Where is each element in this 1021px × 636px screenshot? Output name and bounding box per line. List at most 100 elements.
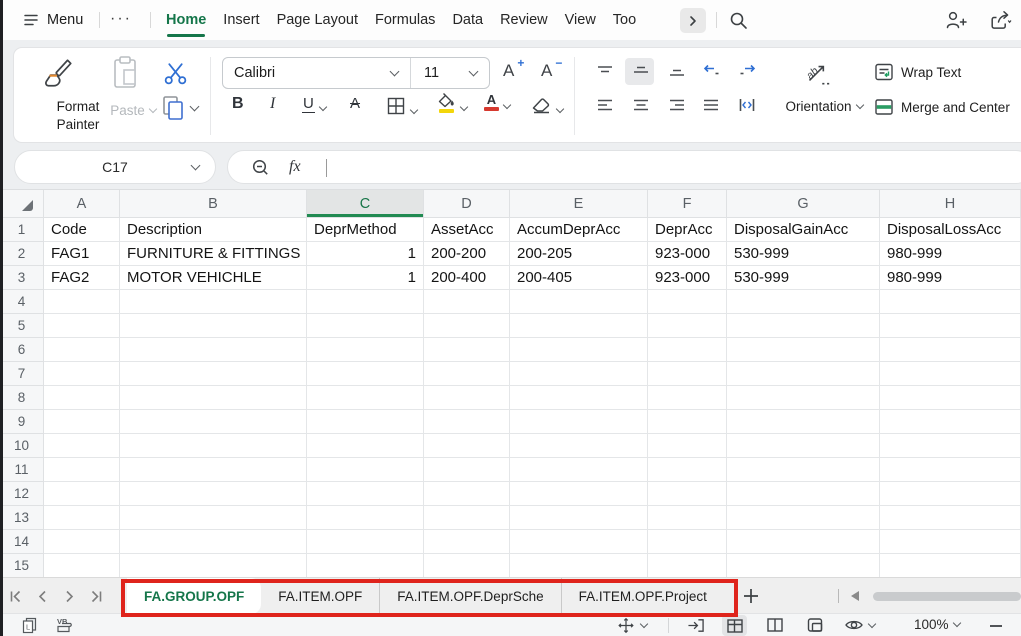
cell-B9[interactable]	[120, 410, 307, 434]
cell-F4[interactable]	[648, 290, 727, 314]
cell-C12[interactable]	[307, 482, 424, 506]
cell-C14[interactable]	[307, 530, 424, 554]
cell-F13[interactable]	[648, 506, 727, 530]
cell-E3[interactable]: 200-405	[510, 266, 648, 290]
fx-icon[interactable]: fx	[289, 158, 301, 176]
column-header-F[interactable]: F	[648, 190, 727, 218]
align-top-button[interactable]	[596, 63, 614, 79]
cell-A7[interactable]	[44, 362, 120, 386]
cell-A5[interactable]	[44, 314, 120, 338]
cell-E13[interactable]	[510, 506, 648, 530]
split-view-button[interactable]	[766, 617, 784, 633]
share-button[interactable]	[988, 9, 1014, 31]
cell-G7[interactable]	[727, 362, 880, 386]
cell-B15[interactable]	[120, 554, 307, 578]
cell-E1[interactable]: AccumDeprAcc	[510, 218, 648, 242]
cell-B8[interactable]	[120, 386, 307, 410]
cell-E9[interactable]	[510, 410, 648, 434]
cell-G9[interactable]	[727, 410, 880, 434]
cell-G12[interactable]	[727, 482, 880, 506]
selection-mode-button[interactable]	[616, 617, 647, 634]
paste-dropdown[interactable]: Paste	[100, 102, 166, 120]
cell-B10[interactable]	[120, 434, 307, 458]
cell-E12[interactable]	[510, 482, 648, 506]
row-header-14[interactable]: 14	[0, 530, 44, 554]
cell-B5[interactable]	[120, 314, 307, 338]
add-sheet-button[interactable]	[742, 587, 760, 605]
cell-E15[interactable]	[510, 554, 648, 578]
distributed-button[interactable]	[738, 97, 756, 113]
normal-view-button[interactable]	[722, 615, 747, 636]
chevron-down-icon[interactable]	[503, 101, 511, 109]
cell-A6[interactable]	[44, 338, 120, 362]
chevron-down-icon[interactable]	[640, 620, 648, 628]
cell-D14[interactable]	[424, 530, 510, 554]
cell-G14[interactable]	[727, 530, 880, 554]
wrap-text-button[interactable]: Wrap Text	[874, 62, 961, 82]
decrease-font-button[interactable]: A−	[541, 61, 552, 81]
borders-button[interactable]	[386, 96, 417, 116]
cell-E11[interactable]	[510, 458, 648, 482]
sheet-tab-FA.GROUP.OPF[interactable]: FA.GROUP.OPF	[127, 578, 261, 614]
eraser-button[interactable]	[530, 95, 563, 115]
increase-font-button[interactable]: A+	[503, 61, 514, 81]
justify-button[interactable]	[702, 97, 720, 113]
underline-button[interactable]: U	[302, 95, 326, 113]
search-button[interactable]	[728, 10, 749, 31]
cell-E6[interactable]	[510, 338, 648, 362]
row-header-12[interactable]: 12	[0, 482, 44, 506]
cell-D4[interactable]	[424, 290, 510, 314]
cut-button[interactable]	[162, 60, 189, 87]
row-header-8[interactable]: 8	[0, 386, 44, 410]
first-sheet-button[interactable]	[8, 589, 23, 604]
decrease-indent-button[interactable]	[702, 63, 721, 79]
cell-D8[interactable]	[424, 386, 510, 410]
row-header-4[interactable]: 4	[0, 290, 44, 314]
cell-F14[interactable]	[648, 530, 727, 554]
cell-F3[interactable]: 923-000	[648, 266, 727, 290]
row-header-3[interactable]: 3	[0, 266, 44, 290]
menu-tab-view[interactable]: View	[565, 0, 596, 40]
cell-B14[interactable]	[120, 530, 307, 554]
cell-F5[interactable]	[648, 314, 727, 338]
column-header-A[interactable]: A	[44, 190, 120, 218]
last-sheet-button[interactable]	[89, 589, 104, 604]
cell-H14[interactable]	[880, 530, 1021, 554]
row-header-10[interactable]: 10	[0, 434, 44, 458]
align-center-button[interactable]	[632, 97, 650, 113]
cell-D1[interactable]: AssetAcc	[424, 218, 510, 242]
row-header-11[interactable]: 11	[0, 458, 44, 482]
cell-C6[interactable]	[307, 338, 424, 362]
name-box[interactable]: C17	[14, 150, 216, 184]
row-header-5[interactable]: 5	[0, 314, 44, 338]
cell-B2[interactable]: FURNITURE & FITTINGS	[120, 242, 307, 266]
cell-C10[interactable]	[307, 434, 424, 458]
increase-indent-button[interactable]	[738, 63, 757, 79]
chevron-down-icon[interactable]	[868, 619, 876, 627]
menu-tab-review[interactable]: Review	[500, 0, 548, 40]
italic-button[interactable]: I	[270, 95, 275, 113]
cell-G5[interactable]	[727, 314, 880, 338]
cell-B3[interactable]: MOTOR VEHICHLE	[120, 266, 307, 290]
cell-A4[interactable]	[44, 290, 120, 314]
cell-E10[interactable]	[510, 434, 648, 458]
chevron-down-icon[interactable]	[190, 102, 200, 112]
next-sheet-button[interactable]	[62, 589, 77, 604]
cell-G6[interactable]	[727, 338, 880, 362]
cell-D11[interactable]	[424, 458, 510, 482]
cell-D13[interactable]	[424, 506, 510, 530]
reading-view-button[interactable]	[844, 617, 875, 633]
share-with-people-button[interactable]	[944, 9, 967, 31]
row-header-15[interactable]: 15	[0, 554, 44, 578]
sheet-tab-FA.ITEM.OPF.DeprSche[interactable]: FA.ITEM.OPF.DeprSche	[379, 578, 560, 614]
cell-D6[interactable]	[424, 338, 510, 362]
cell-F8[interactable]	[648, 386, 727, 410]
cell-B12[interactable]	[120, 482, 307, 506]
cell-C4[interactable]	[307, 290, 424, 314]
menu-tab-formulas[interactable]: Formulas	[375, 0, 435, 40]
font-family-select[interactable]: Calibri	[223, 58, 411, 88]
page-break-view-button[interactable]	[806, 617, 824, 633]
cell-F2[interactable]: 923-000	[648, 242, 727, 266]
cell-F15[interactable]	[648, 554, 727, 578]
menu-button[interactable]: Menu	[22, 0, 83, 40]
